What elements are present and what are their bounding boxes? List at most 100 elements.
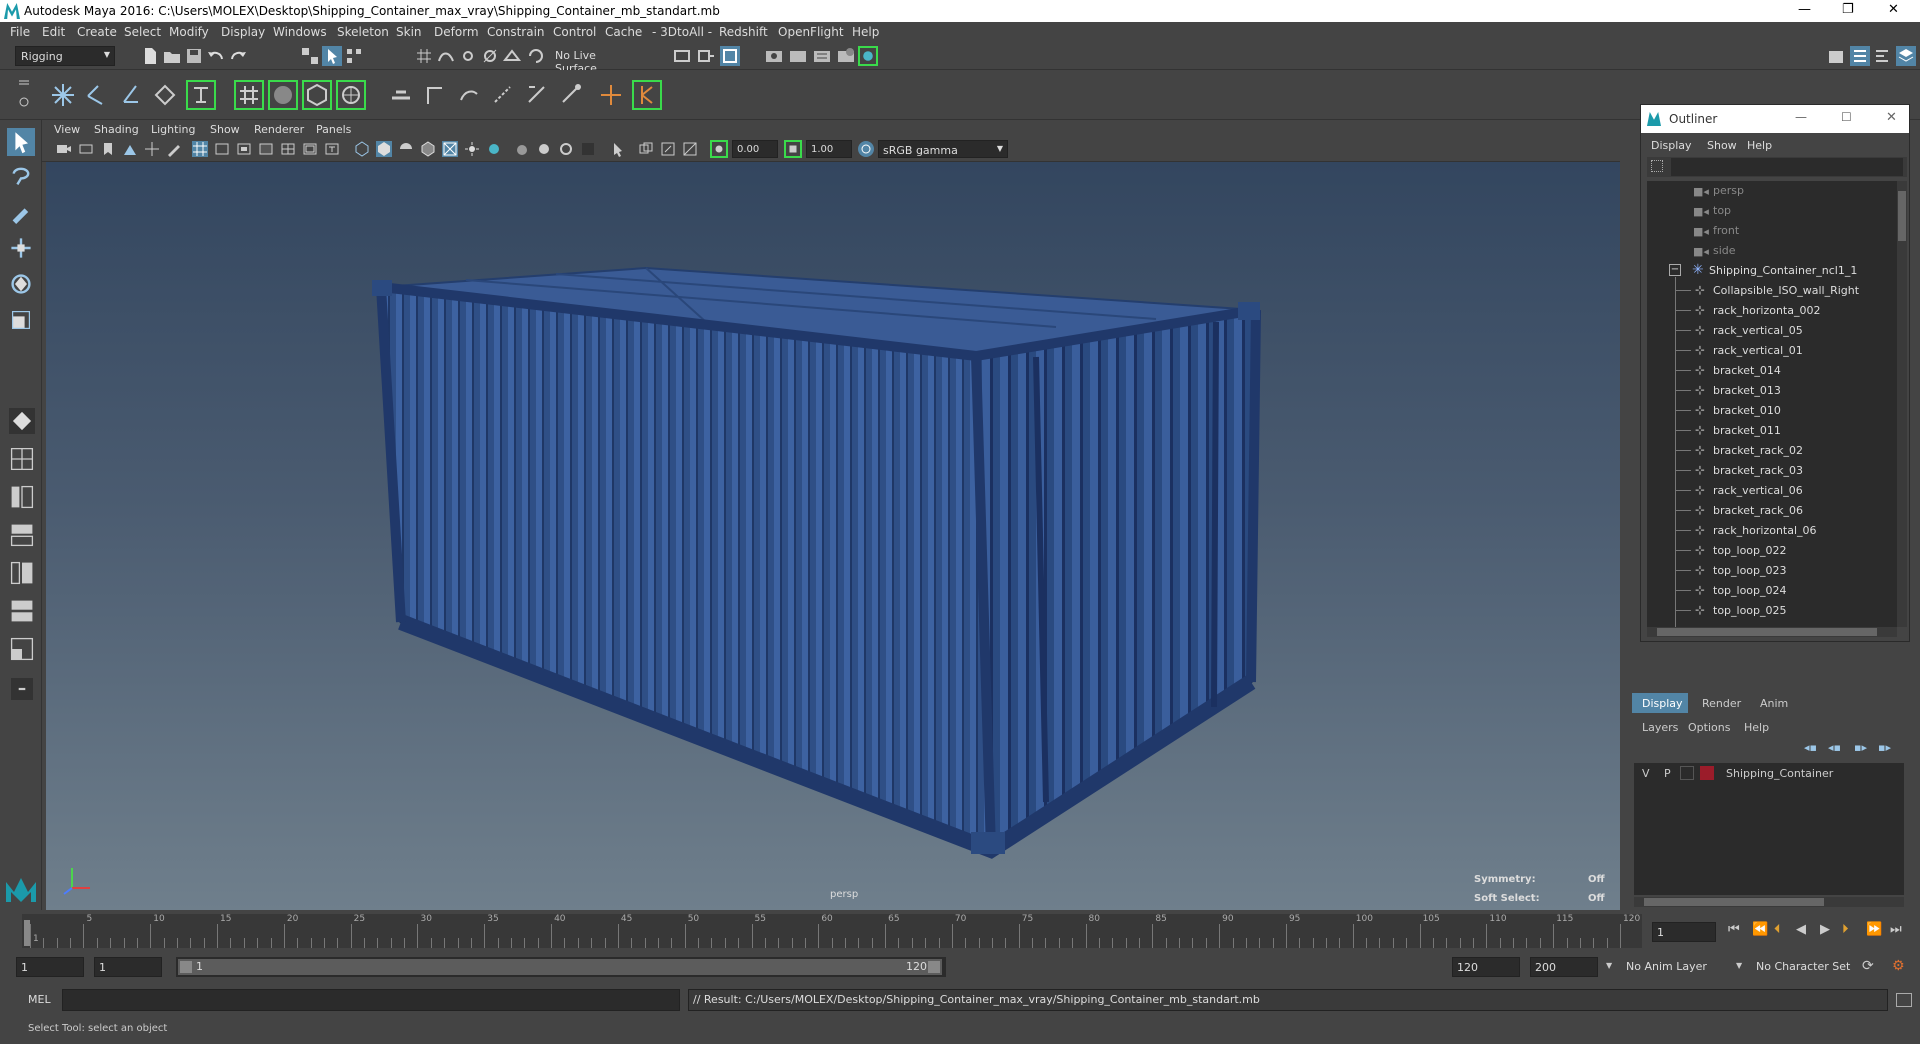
auto-key-icon[interactable]: ⟳ [1862,958,1874,974]
menu-create[interactable]: Create [77,25,117,39]
layer-scrollbar[interactable] [1634,897,1904,907]
bookmark-icon[interactable] [100,141,116,157]
step-back-key-icon[interactable]: ⏴ [1774,922,1781,937]
select-tool-icon[interactable] [7,128,35,156]
play-forward-icon[interactable]: ▶ [1820,922,1830,937]
outliner-item[interactable]: ⊹ rack_vertical_01 [1647,341,1897,361]
step-forward-key-icon[interactable]: ⏵ [1842,922,1849,937]
ik-handle-icon[interactable] [84,82,110,108]
menu-skin[interactable]: Skin [396,25,422,39]
new-layer-selected-icon[interactable]: ▪▸ [1878,741,1891,754]
outliner-search-bar[interactable] [1647,157,1907,177]
custom-layout-icon[interactable] [9,636,35,662]
backface-culling-icon[interactable] [682,141,698,157]
viewport-menu-renderer[interactable]: Renderer [254,123,304,136]
redo-icon[interactable] [228,46,248,66]
step-back-icon[interactable]: ⏪ [1752,922,1768,937]
anti-aliasing-icon[interactable] [558,141,574,157]
outliner-group-row[interactable]: − ✳ Shipping_Container_ncl1_1 [1647,261,1897,281]
outliner-item[interactable]: ⊹ rack_horizonta_002 [1647,301,1897,321]
playback-end-field[interactable]: 120 [1452,957,1520,977]
play-backward-icon[interactable]: ◀ [1796,922,1806,937]
snap-curve-icon[interactable] [436,46,456,66]
outliner-layout-icon[interactable] [9,598,35,624]
scale-tool-icon[interactable] [9,308,33,332]
exposure-field[interactable]: 0.00 [732,140,778,158]
current-frame-field[interactable]: 1 [1652,922,1716,942]
create-joints-icon[interactable] [50,82,76,108]
snap-point-icon[interactable] [458,46,478,66]
menu-modify[interactable]: Modify [169,25,209,39]
outliner-item[interactable]: ⊹ bracket_rack_02 [1647,441,1897,461]
close-icon[interactable]: ✕ [1888,2,1899,17]
paint-select-icon[interactable] [9,200,33,224]
filter-icon[interactable] [1651,160,1663,172]
menu-edit[interactable]: Edit [42,25,65,39]
snap-grid-icon[interactable] [414,46,434,66]
menu-control[interactable]: Control [553,25,596,39]
close-icon[interactable]: ✕ [1886,110,1897,125]
wireframe-on-shaded-icon[interactable] [420,141,436,157]
outliner-item[interactable]: ⊹ top_loop_022 [1647,541,1897,561]
snap-view-icon[interactable] [480,46,500,66]
layer-playback-toggle[interactable]: P [1664,767,1671,780]
tab-anim[interactable]: Anim [1748,693,1798,713]
scrollbar-thumb[interactable] [1644,898,1824,906]
outliner-item[interactable]: ⊹ top_loop_023 [1647,561,1897,581]
menu-openflight[interactable]: OpenFlight [778,25,844,39]
layer-row[interactable]: V P Shipping_Container [1634,763,1904,783]
menu-help[interactable]: Help [852,25,879,39]
blend-shape-icon[interactable] [268,80,298,110]
ipr-render-icon[interactable] [788,46,808,66]
outliner-item[interactable]: ⊹ bracket_013 [1647,381,1897,401]
outliner-item[interactable]: ⊹ bracket_rack_03 [1647,461,1897,481]
gamma-field[interactable]: 1.00 [806,140,852,158]
default-material-icon[interactable] [398,141,414,157]
maximize-icon[interactable]: ☐ [1841,110,1852,124]
layer-color-swatch[interactable] [1700,766,1714,780]
undo-icon[interactable] [206,46,226,66]
render-view-icon[interactable] [858,46,878,66]
single-view-layout-icon[interactable] [9,408,35,434]
menu-deform[interactable]: Deform [434,25,479,39]
move-tool-icon[interactable] [9,236,33,260]
four-view-layout-icon[interactable] [9,446,35,472]
pole-vector-icon[interactable] [632,80,662,110]
deformer-grid-icon[interactable] [234,80,264,110]
outliner-item[interactable]: ⊹ rack_vertical_06 [1647,481,1897,501]
parent-constraint-icon[interactable] [422,82,448,108]
color-management-icon[interactable] [858,141,874,157]
outliner-item[interactable]: ⊹ rack_horizontal_06 [1647,521,1897,541]
hypershade-layout-icon[interactable] [9,560,35,586]
outliner-menu-display[interactable]: Display [1651,139,1692,152]
screen-space-ao-icon[interactable] [514,141,530,157]
output-ops-icon[interactable] [696,46,716,66]
gate-mask-icon[interactable] [258,141,274,157]
layer-display-type[interactable] [1680,766,1694,780]
field-chart-icon[interactable] [280,141,296,157]
outliner-item[interactable]: ⊹ bracket_014 [1647,361,1897,381]
collapse-icon[interactable]: − [1669,264,1681,276]
orient-constraint-icon[interactable] [490,82,516,108]
range-start-grip[interactable] [180,961,192,973]
mode-dropdown[interactable]: Rigging ▼ [15,46,115,66]
new-scene-icon[interactable] [140,46,160,66]
grid-toggle-icon[interactable] [192,141,208,157]
modeling-toolkit-icon[interactable] [1826,46,1846,66]
shelf-menu-icon[interactable] [18,78,30,90]
camera-select-icon[interactable] [56,141,72,157]
xray-joints-icon[interactable] [660,141,676,157]
menu-cache[interactable]: Cache [605,25,642,39]
outliner-item[interactable]: ⊹ bracket_010 [1647,401,1897,421]
new-empty-layer-icon[interactable]: ▪▸ [1854,741,1867,754]
persp-graph-layout-icon[interactable] [9,522,35,548]
live-surface-field[interactable]: No Live Surface [550,46,642,75]
shipping-container-model[interactable] [46,162,1620,910]
safe-title-icon[interactable] [324,141,340,157]
ik-spline-icon[interactable] [118,82,144,108]
open-scene-icon[interactable] [162,46,182,66]
wireframe-icon[interactable] [354,141,370,157]
viewport-menu-show[interactable]: Show [210,123,240,136]
attribute-editor-icon[interactable] [1850,46,1870,66]
rotate-tool-icon[interactable] [9,272,33,296]
